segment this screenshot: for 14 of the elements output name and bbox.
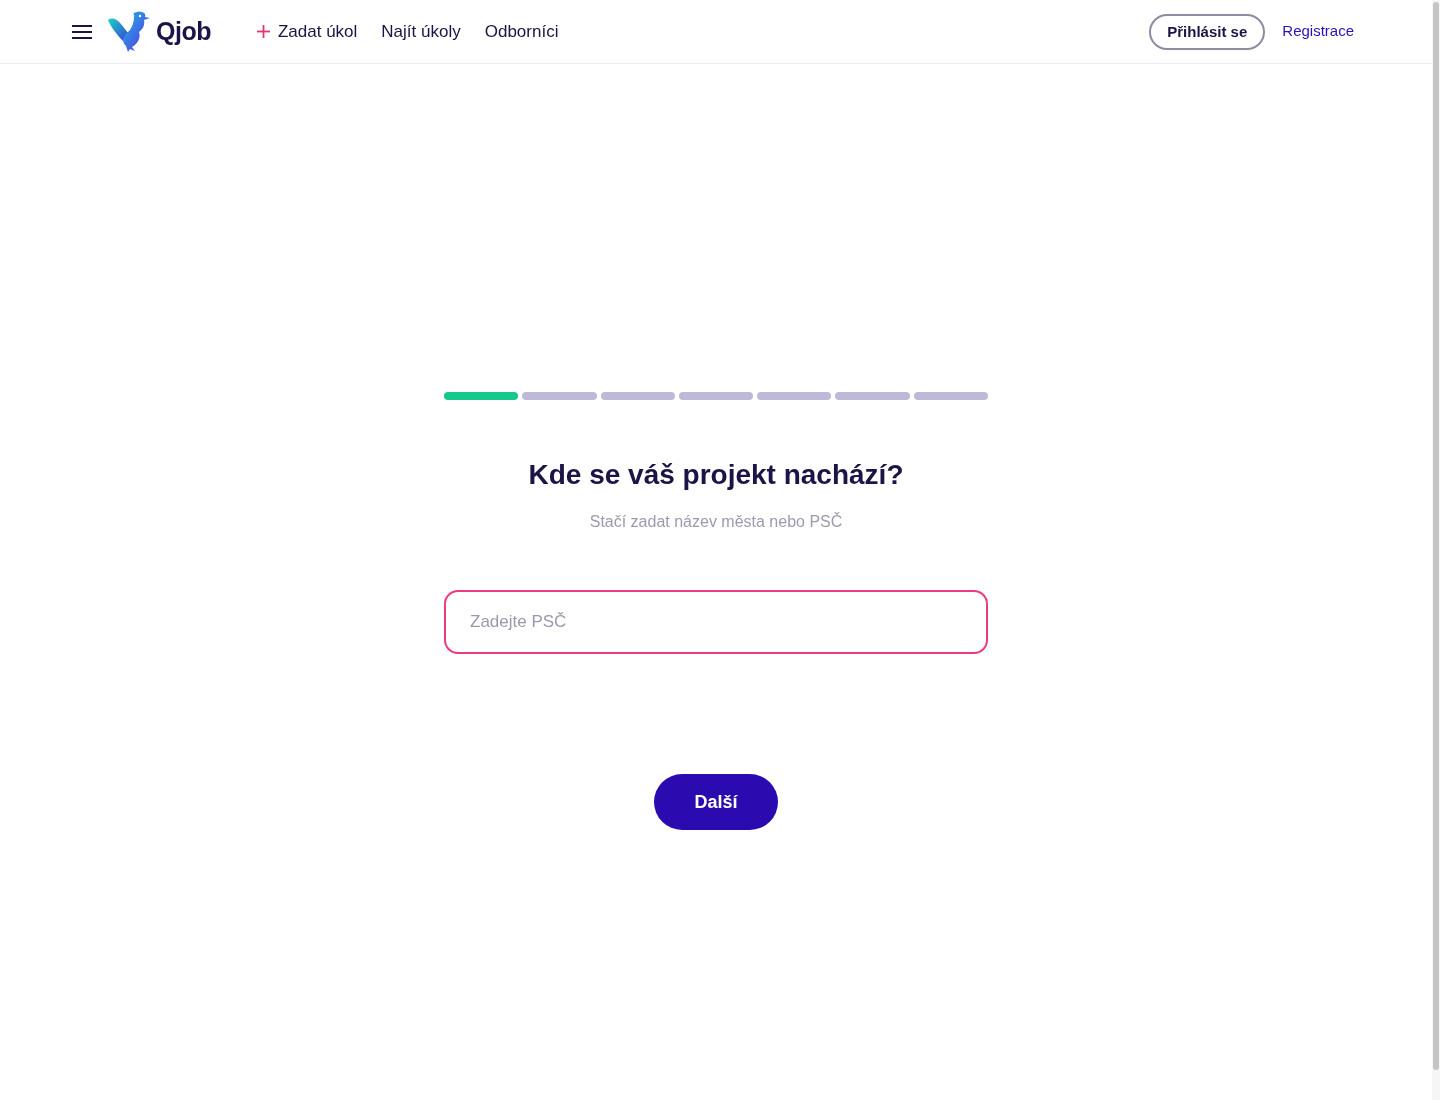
nav-link[interactable]: Odborníci — [484, 18, 559, 45]
nav-link[interactable]: Zadat úkol — [256, 18, 358, 45]
zip-code-field[interactable]: Zadejte PSČ — [444, 590, 988, 654]
nav-link[interactable]: Najít úkoly — [381, 18, 461, 45]
login-button[interactable]: Přihlásit se — [1149, 13, 1266, 50]
register-link[interactable]: Registrace — [1282, 20, 1354, 43]
scrollbar[interactable] — [1432, 0, 1440, 1100]
plus-icon — [256, 25, 270, 38]
logo-text[interactable]: Qjob — [156, 12, 211, 51]
menu-icon[interactable] — [72, 24, 92, 39]
next-button[interactable]: Další — [654, 774, 778, 830]
bird-logo-icon[interactable] — [108, 11, 152, 52]
question-heading: Kde se váš projekt nachází? — [527, 458, 905, 492]
hint-text: Stačí zadat název města nebo PSČ — [588, 511, 844, 532]
